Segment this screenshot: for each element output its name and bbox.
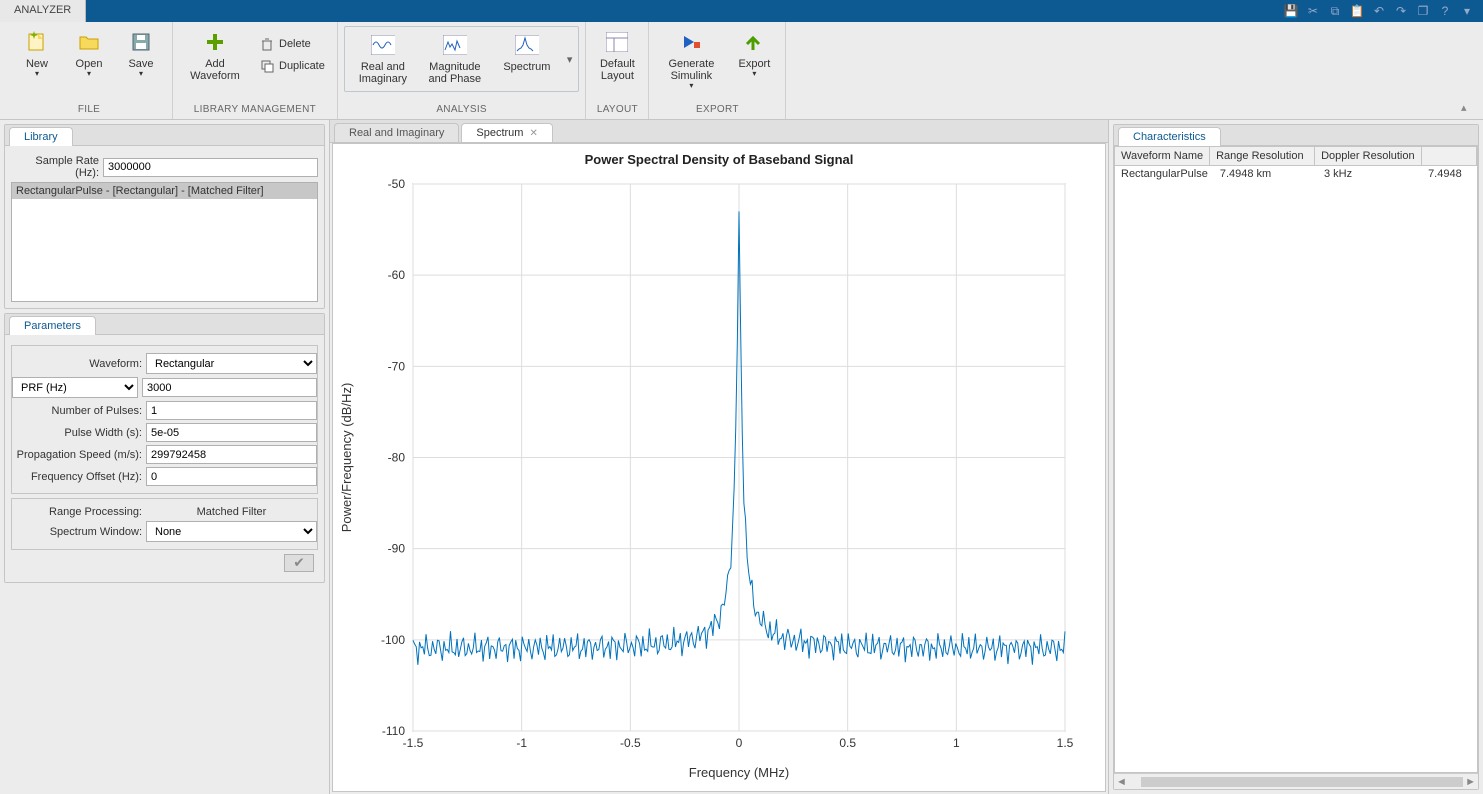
plus-icon (203, 30, 227, 54)
plot-area: Power Spectral Density of Baseband Signa… (332, 143, 1106, 792)
magnitude-phase-button[interactable]: Magnitude and Phase (419, 29, 491, 89)
right-pane: Characteristics Waveform Name Range Reso… (1108, 120, 1483, 794)
col-range-resolution[interactable]: Range Resolution (1210, 147, 1315, 165)
new-button[interactable]: New▾ (12, 26, 62, 83)
col-waveform-name[interactable]: Waveform Name (1115, 147, 1210, 165)
delete-button[interactable]: Delete (253, 34, 331, 54)
open-icon (77, 30, 101, 54)
svg-text:-100: -100 (381, 633, 405, 647)
svg-text:Frequency (MHz): Frequency (MHz) (689, 765, 789, 780)
waveform-select[interactable]: Rectangular (146, 353, 317, 374)
ribbon-group-layout: Default Layout LAYOUT (586, 22, 649, 119)
close-icon[interactable]: ✕ (529, 128, 537, 139)
svg-text:-110: -110 (382, 724, 405, 738)
num-pulses-input[interactable] (146, 401, 317, 420)
center-pane: Real and Imaginary Spectrum✕ Power Spect… (330, 120, 1108, 794)
mag-phase-icon (443, 33, 467, 57)
open-button[interactable]: Open▾ (64, 26, 114, 83)
ribbon-tab-analyzer[interactable]: ANALYZER (0, 0, 86, 22)
ribbon-group-export: Generate Simulink▾ Export▾ EXPORT (649, 22, 786, 119)
parameters-panel: Parameters Waveform: Rectangular PRF (Hz… (4, 313, 325, 583)
svg-text:-80: -80 (388, 451, 406, 465)
spectrum-button[interactable]: Spectrum (491, 29, 563, 89)
svg-text:-0.5: -0.5 (620, 736, 641, 750)
psd-chart: -1.5 -1 -0.5 0 0.5 1 1.5 -110 -100 -90 -80 -70 -60 -5… (333, 144, 1105, 791)
plot-tabs: Real and Imaginary Spectrum✕ (330, 120, 1108, 143)
svg-text:1: 1 (953, 736, 960, 750)
undo-icon[interactable]: ↶ (1371, 3, 1387, 19)
svg-text:-1: -1 (516, 736, 527, 750)
svg-text:-90: -90 (388, 542, 406, 556)
save-button[interactable]: Save▾ (116, 26, 166, 83)
default-layout-button[interactable]: Default Layout (592, 26, 642, 86)
tab-spectrum[interactable]: Spectrum✕ (461, 123, 552, 142)
waveform-list[interactable]: RectangularPulse - [Rectangular] - [Matc… (11, 182, 318, 302)
unpin-icon[interactable]: ❐ (1415, 3, 1431, 19)
ribbon-group-library: Add Waveform Delete Duplicate LIBRARY MA… (173, 22, 338, 119)
ribbon-group-file: New▾ Open▾ Save▾ FILE (6, 22, 173, 119)
horizontal-scrollbar[interactable]: ◄► (1114, 773, 1478, 789)
prf-input[interactable] (142, 378, 317, 397)
prf-select[interactable]: PRF (Hz) (12, 377, 138, 398)
svg-text:Power/Frequency (dB/Hz): Power/Frequency (dB/Hz) (339, 383, 354, 533)
help-icon[interactable]: ? (1437, 3, 1453, 19)
export-button[interactable]: Export▾ (729, 26, 779, 83)
waveform-list-item[interactable]: RectangularPulse - [Rectangular] - [Matc… (12, 183, 317, 199)
trash-icon (259, 36, 275, 52)
cut-icon[interactable]: ✂ (1305, 3, 1321, 19)
characteristics-tab[interactable]: Characteristics (1118, 127, 1221, 146)
table-header: Waveform Name Range Resolution Doppler R… (1115, 147, 1477, 166)
sample-rate-label: Sample Rate (Hz): (11, 155, 99, 179)
paste-icon[interactable]: 📋 (1349, 3, 1365, 19)
dropdown-arrow-icon[interactable]: ▾ (1459, 3, 1475, 19)
copy-icon[interactable]: ⧉ (1327, 3, 1343, 19)
add-waveform-button[interactable]: Add Waveform (179, 26, 251, 86)
table-row[interactable]: RectangularPulse 7.4948 km 3 kHz 7.4948 (1115, 166, 1477, 182)
characteristics-table: Waveform Name Range Resolution Doppler R… (1114, 146, 1478, 773)
redo-icon[interactable]: ↷ (1393, 3, 1409, 19)
svg-text:-50: -50 (388, 177, 406, 191)
apply-button[interactable]: ✔ (284, 554, 314, 572)
generate-simulink-button[interactable]: Generate Simulink▾ (655, 26, 727, 95)
range-processing-value: Matched Filter (146, 506, 317, 518)
pulse-width-input[interactable] (146, 423, 317, 442)
frequency-offset-input[interactable] (146, 467, 317, 486)
analysis-dropdown-icon[interactable]: ▾ (563, 29, 577, 89)
duplicate-button[interactable]: Duplicate (253, 56, 331, 76)
duplicate-icon (259, 58, 275, 74)
simulink-icon (679, 30, 703, 54)
save-icon (129, 30, 153, 54)
ribbon-expand-icon[interactable]: ▴ (1461, 101, 1475, 115)
col-doppler-resolution[interactable]: Doppler Resolution (1315, 147, 1422, 165)
titlebar-actions: 💾 ✂ ⧉ 📋 ↶ ↷ ❐ ? ▾ (1275, 0, 1483, 22)
spectrum-icon (515, 33, 539, 57)
characteristics-panel: Characteristics Waveform Name Range Reso… (1113, 124, 1479, 790)
svg-text:0.5: 0.5 (839, 736, 856, 750)
svg-text:1.5: 1.5 (1057, 736, 1074, 750)
svg-text:0: 0 (736, 736, 743, 750)
layout-icon (605, 30, 629, 54)
title-bar: ANALYZER 💾 ✂ ⧉ 📋 ↶ ↷ ❐ ? ▾ (0, 0, 1483, 22)
propagation-speed-input[interactable] (146, 445, 317, 464)
parameters-tab[interactable]: Parameters (9, 316, 96, 335)
export-icon (742, 30, 766, 54)
library-panel: Library Sample Rate (Hz): RectangularPul… (4, 124, 325, 309)
tab-real-imaginary[interactable]: Real and Imaginary (334, 123, 459, 142)
save-icon[interactable]: 💾 (1283, 3, 1299, 19)
new-icon (25, 30, 49, 54)
spectrum-window-select[interactable]: None (146, 521, 317, 542)
left-pane: Library Sample Rate (Hz): RectangularPul… (0, 120, 330, 794)
ribbon-toolbar: New▾ Open▾ Save▾ FILE Add Waveform Delet… (0, 22, 1483, 120)
ribbon-group-analysis: Real and Imaginary Magnitude and Phase S… (338, 22, 587, 119)
real-imag-icon (371, 33, 395, 57)
real-imaginary-button[interactable]: Real and Imaginary (347, 29, 419, 89)
svg-text:-1.5: -1.5 (403, 736, 424, 750)
svg-text:-60: -60 (388, 268, 406, 282)
library-tab[interactable]: Library (9, 127, 73, 146)
svg-text:-70: -70 (388, 359, 406, 373)
check-icon: ✔ (293, 555, 304, 571)
sample-rate-input[interactable] (103, 158, 318, 177)
